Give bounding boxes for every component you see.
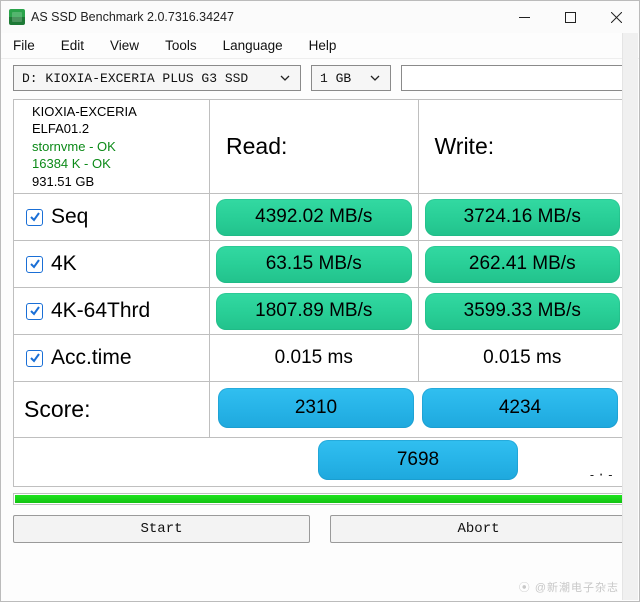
- header-row: KIOXIA-EXCERIA ELFA01.2 stornvme - OK 16…: [14, 100, 626, 194]
- chevron-down-icon: [276, 66, 294, 90]
- score-write-value: 4234: [422, 388, 618, 428]
- start-button[interactable]: Start: [13, 515, 310, 543]
- fourk-checkbox[interactable]: 4K: [24, 250, 81, 278]
- abort-button[interactable]: Abort: [330, 515, 627, 543]
- progress-bar: [13, 493, 627, 505]
- drive-row: D: KIOXIA-EXCERIA PLUS G3 SSD 1 GB: [1, 59, 639, 99]
- score-read-value: 2310: [218, 388, 414, 428]
- row-acctime: Acc.time 0.015 ms 0.015 ms: [14, 335, 626, 382]
- drive-capacity: 931.51 GB: [32, 173, 137, 191]
- menubar: File Edit View Tools Language Help: [1, 33, 639, 59]
- acctime-checkbox[interactable]: Acc.time: [24, 344, 136, 372]
- score-total-value: 7698: [318, 440, 518, 480]
- extra-input[interactable]: [401, 65, 627, 91]
- checkbox-checked-icon: [26, 303, 43, 320]
- minimize-button[interactable]: [501, 1, 547, 33]
- row-seq: Seq 4392.02 MB/s 3724.16 MB/s: [14, 194, 626, 241]
- size-select[interactable]: 1 GB: [311, 65, 391, 91]
- acctime-read-value: 0.015 ms: [275, 347, 353, 369]
- fourk-read-value: 63.15 MB/s: [216, 246, 412, 283]
- align-status: 16384 K - OK: [32, 155, 137, 173]
- row-score: Score: 2310 4234: [14, 382, 626, 438]
- fourk64-write-value: 3599.33 MB/s: [425, 293, 621, 330]
- checkbox-checked-icon: [26, 350, 43, 367]
- menu-edit[interactable]: Edit: [59, 36, 86, 55]
- drive-info-cell: KIOXIA-EXCERIA ELFA01.2 stornvme - OK 16…: [14, 100, 210, 193]
- read-header: Read:: [210, 100, 419, 193]
- acctime-write-value: 0.015 ms: [483, 347, 561, 369]
- chevron-down-icon: [366, 66, 384, 90]
- drive-model: KIOXIA-EXCERIA: [32, 103, 137, 121]
- close-button[interactable]: [593, 1, 639, 33]
- checkbox-checked-icon: [26, 256, 43, 273]
- score-label: Score:: [14, 382, 210, 437]
- fourk-write-value: 262.41 MB/s: [425, 246, 621, 283]
- menu-help[interactable]: Help: [307, 36, 339, 55]
- fourk-label: 4K: [51, 252, 77, 276]
- row-4k64: 4K-64Thrd 1807.89 MB/s 3599.33 MB/s: [14, 288, 626, 335]
- button-row: Start Abort: [1, 511, 639, 547]
- checkbox-checked-icon: [26, 209, 43, 226]
- fourk64-checkbox[interactable]: 4K-64Thrd: [24, 297, 154, 325]
- seq-label: Seq: [51, 205, 88, 229]
- app-icon: [9, 9, 25, 25]
- minimize-icon: [519, 12, 530, 23]
- results-panel: KIOXIA-EXCERIA ELFA01.2 stornvme - OK 16…: [13, 99, 627, 487]
- row-4k: 4K 63.15 MB/s 262.41 MB/s: [14, 241, 626, 288]
- drive-firmware: ELFA01.2: [32, 120, 137, 138]
- window-title: AS SSD Benchmark 2.0.7316.34247: [31, 10, 234, 24]
- menu-file[interactable]: File: [11, 36, 37, 55]
- seq-read-value: 4392.02 MB/s: [216, 199, 412, 236]
- drive-select[interactable]: D: KIOXIA-EXCERIA PLUS G3 SSD: [13, 65, 301, 91]
- size-select-value: 1 GB: [320, 71, 351, 86]
- drive-select-value: D: KIOXIA-EXCERIA PLUS G3 SSD: [22, 71, 248, 86]
- row-total: 7698 -·-: [14, 438, 626, 486]
- fourk64-label: 4K-64Thrd: [51, 299, 150, 323]
- seq-write-value: 3724.16 MB/s: [425, 199, 621, 236]
- maximize-icon: [565, 12, 576, 23]
- ellipsis-indicator: -·-: [588, 468, 616, 482]
- maximize-button[interactable]: [547, 1, 593, 33]
- vertical-scrollbar[interactable]: [622, 33, 638, 600]
- progress-fill: [15, 495, 625, 503]
- menu-view[interactable]: View: [108, 36, 141, 55]
- titlebar: AS SSD Benchmark 2.0.7316.34247: [1, 1, 639, 33]
- driver-status: stornvme - OK: [32, 138, 137, 156]
- write-header: Write:: [419, 100, 627, 193]
- acctime-label: Acc.time: [51, 346, 132, 370]
- menu-language[interactable]: Language: [221, 36, 285, 55]
- seq-checkbox[interactable]: Seq: [24, 203, 92, 231]
- app-window: AS SSD Benchmark 2.0.7316.34247 File Edi…: [0, 0, 640, 602]
- close-icon: [611, 12, 622, 23]
- fourk64-read-value: 1807.89 MB/s: [216, 293, 412, 330]
- watermark: ⦿ @新潮电子杂志: [519, 579, 619, 595]
- menu-tools[interactable]: Tools: [163, 36, 199, 55]
